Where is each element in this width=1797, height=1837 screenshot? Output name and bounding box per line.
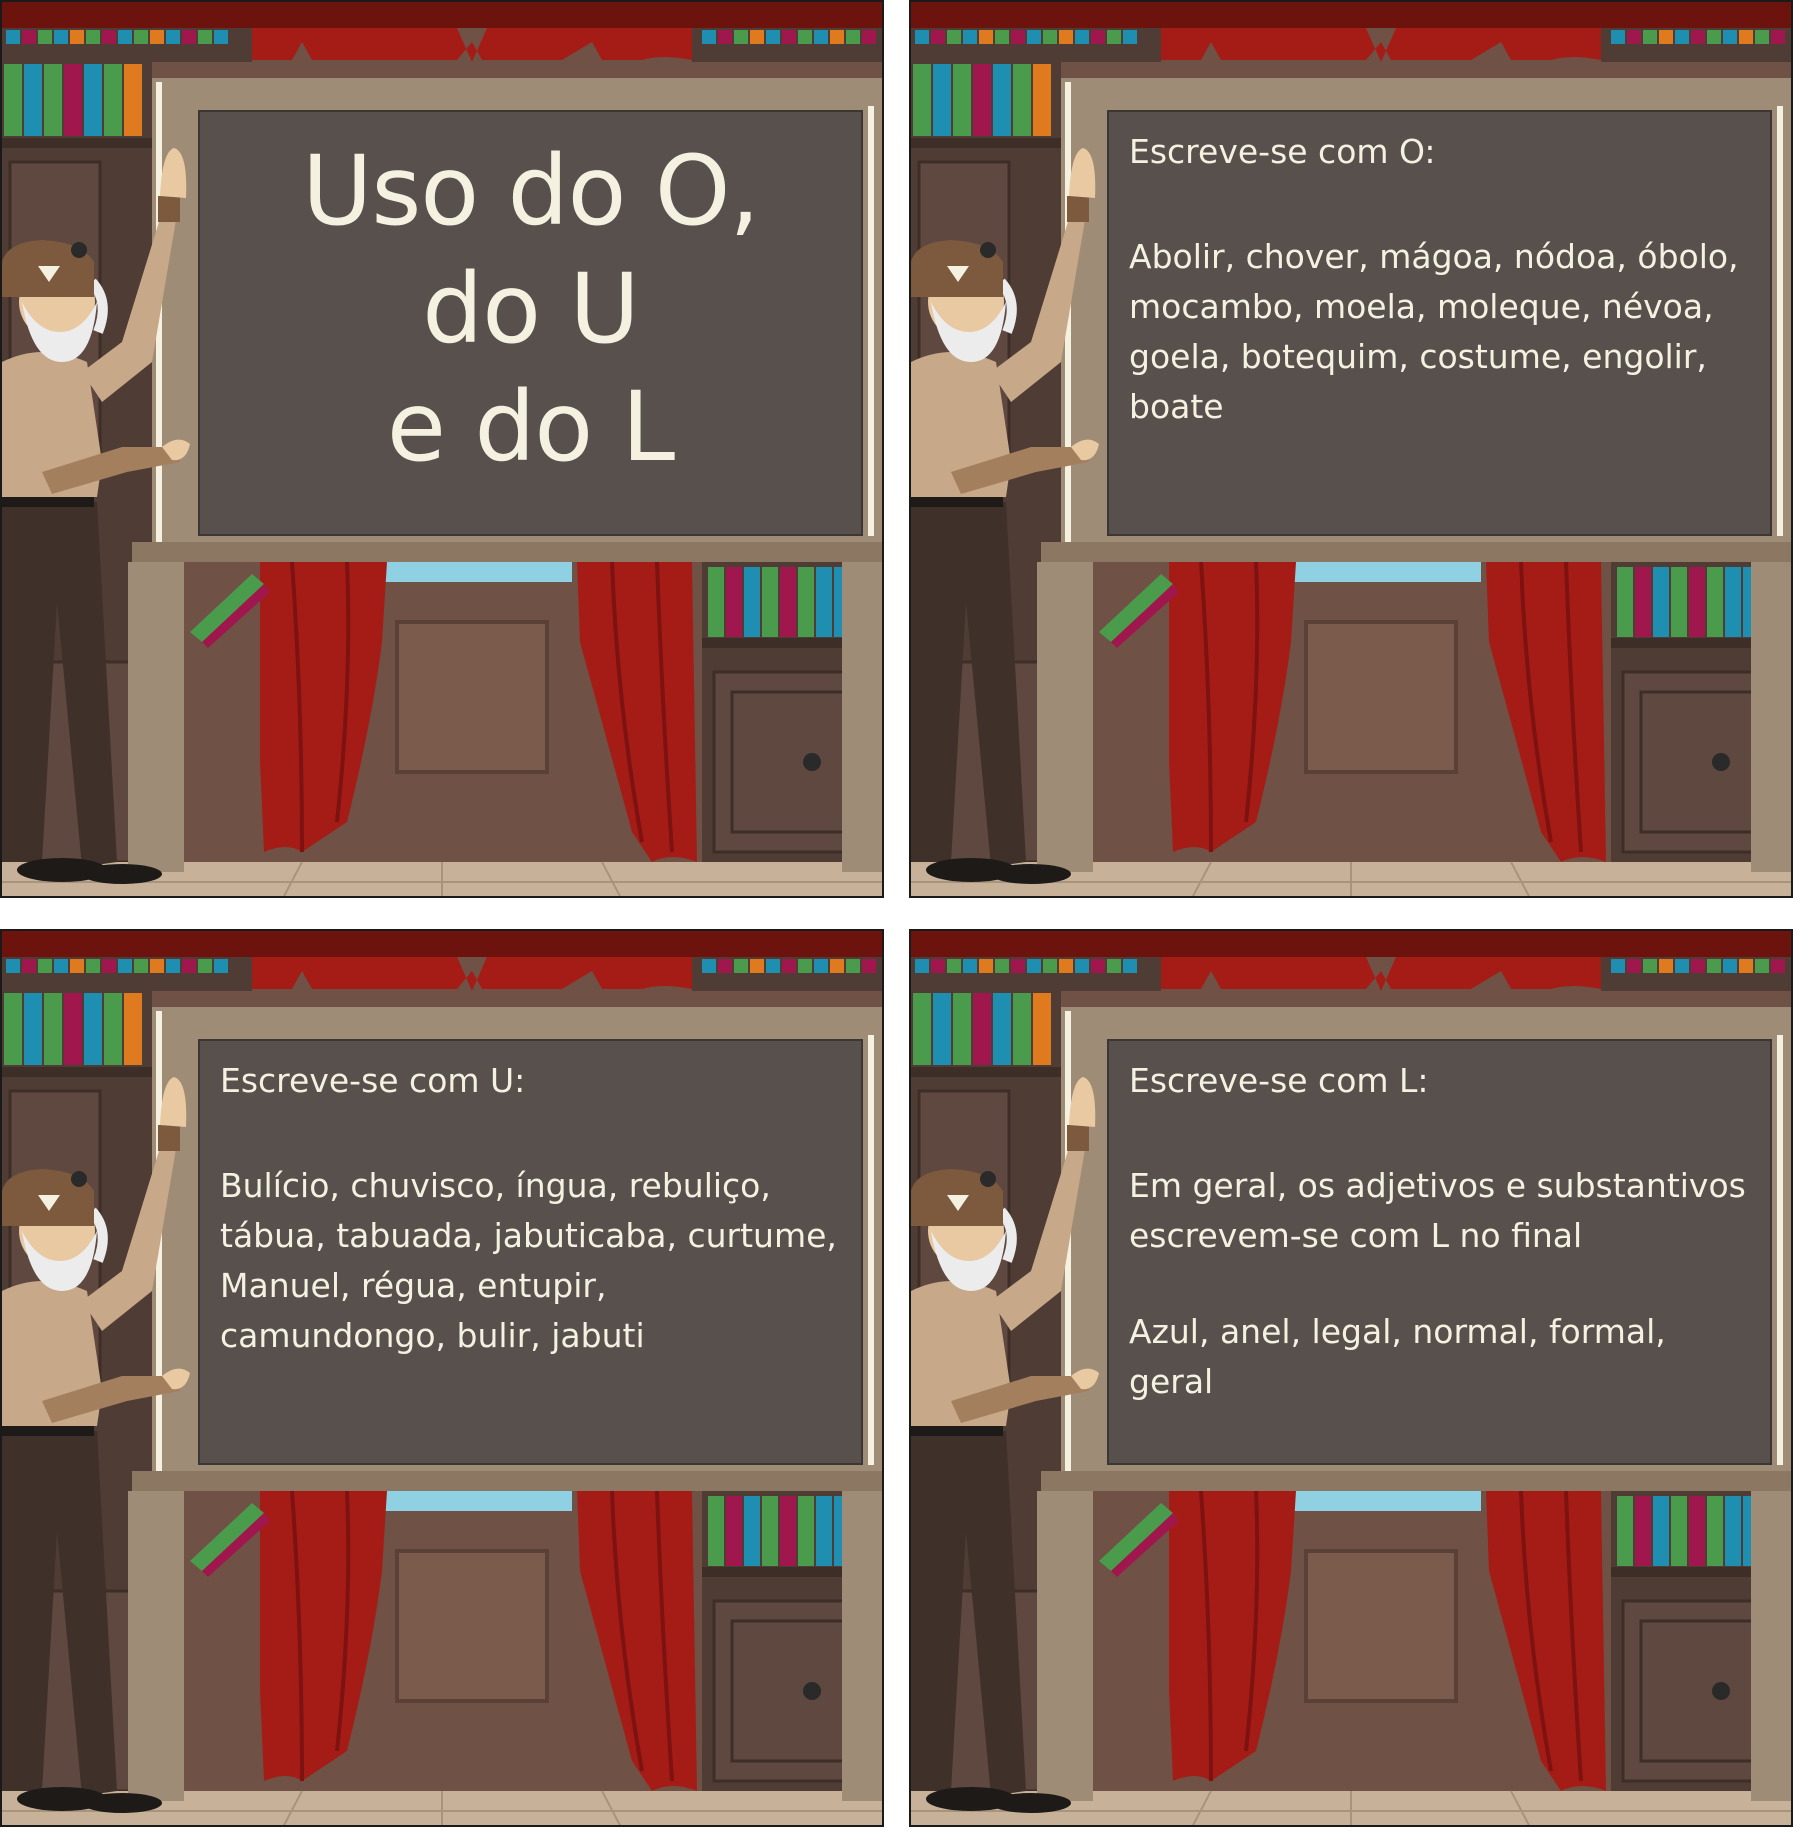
comic-panel-3: Escreve-se com U: Bulício, chuvisco, íng… <box>0 929 884 1827</box>
board-text: Bulício, chuvisco, íngua, rebuliço, tábu… <box>220 1166 837 1355</box>
board-examples: Azul, anel, legal, normal, formal, geral <box>1129 1312 1666 1401</box>
board-title: Uso do O, do U e do L <box>302 135 760 483</box>
chalkboard: Escreve-se com O: Abolir, chover, mágoa,… <box>1107 110 1772 536</box>
board-heading: Escreve-se com U: <box>220 1061 526 1100</box>
chalkboard: Escreve-se com L: Em geral, os adjetivos… <box>1107 1039 1772 1465</box>
board-text: Em geral, os adjetivos e substantivos es… <box>1129 1166 1746 1255</box>
comic-panel-1: Uso do O, do U e do L <box>0 0 884 898</box>
board-heading: Escreve-se com O: <box>1129 132 1436 171</box>
comic-panel-4: Escreve-se com L: Em geral, os adjetivos… <box>909 929 1793 1827</box>
chalkboard: Uso do O, do U e do L <box>198 110 863 536</box>
board-heading: Escreve-se com L: <box>1129 1061 1429 1100</box>
comic-panel-2: Escreve-se com O: Abolir, chover, mágoa,… <box>909 0 1793 898</box>
chalkboard: Escreve-se com U: Bulício, chuvisco, íng… <box>198 1039 863 1465</box>
board-text: Abolir, chover, mágoa, nódoa, óbolo, moc… <box>1129 237 1739 426</box>
